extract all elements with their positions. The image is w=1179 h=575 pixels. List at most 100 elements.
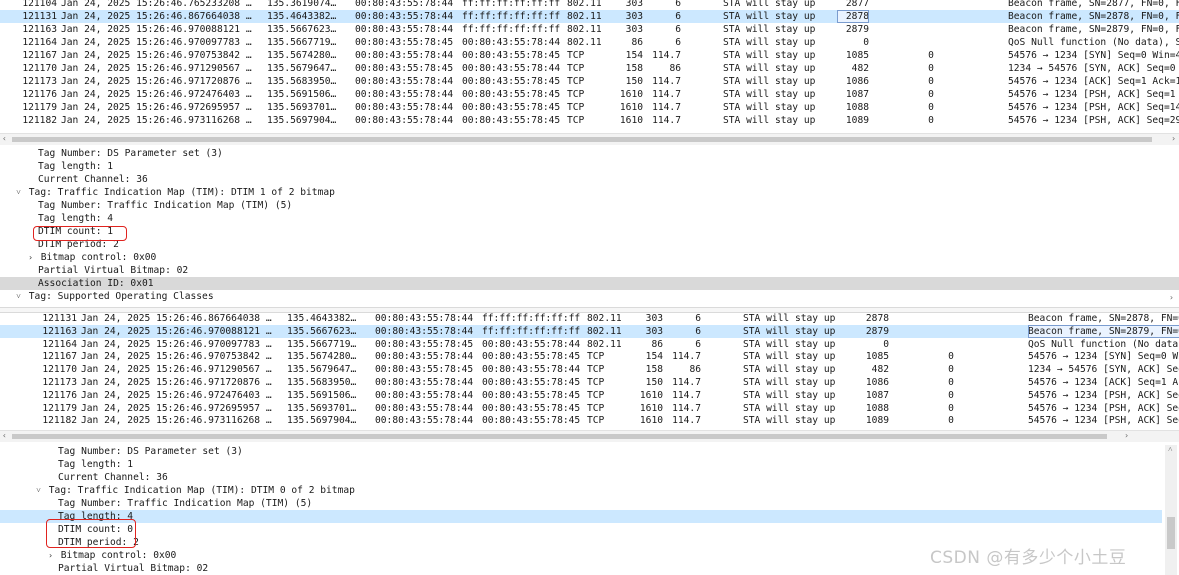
tree-line-text: Tag length: 1 [38,161,114,172]
packet-cell-info: 54576 → 1234 [PSH, ACK] Seq=1 Ack= [1028,389,1179,401]
bottom-packet-list-hscroll[interactable]: ‹ › [0,430,1179,442]
packet-cell-seq: 2877 [845,0,869,9]
packet-row[interactable]: 121167 Jan 24, 2025 15:26:46.970753842 … 1… [0,49,1179,62]
packet-row[interactable]: 121131 Jan 24, 2025 15:26:46.867664038 … 1… [0,10,1179,23]
top-packet-list[interactable]: 121104 Jan 24, 2025 15:26:46.765233208 … 1… [0,0,1179,133]
packet-cell-src: 135.5667623… [267,24,337,35]
packet-cell-len: 154 [625,50,643,61]
packet-cell-status: STA will stay up [743,389,836,401]
top-packet-list-hscroll[interactable]: ‹ › [0,133,1179,145]
packet-row[interactable]: 121173 Jan 24, 2025 15:26:46.971720876 … 1… [0,75,1179,88]
tree-node-expandable[interactable]: ˅ Tag: Traffic Indication Map (TIM): DTI… [0,484,1162,497]
packet-row[interactable]: 121170 Jan 24, 2025 15:26:46.971290567 … 1… [0,62,1179,75]
collapse-arrow-icon[interactable]: ˅ [14,290,23,303]
tree-field[interactable]: Tag length: 4 [0,212,1179,225]
tree-field[interactable]: Tag length: 4 [0,510,1162,523]
packet-cell-info: Beacon frame, SN=2879, FN=0, Flags [1008,24,1179,35]
scroll-right-icon[interactable]: › [1171,134,1176,143]
top-packet-details-tree[interactable]: Tag Number: DS Parameter set (3) Tag leng… [0,147,1179,307]
packet-cell-seq: 1086 [845,76,869,87]
details-collapse-arrow-icon[interactable]: › [1169,293,1174,302]
bottom-details-vscroll[interactable]: ˄ [1165,445,1177,575]
tree-field[interactable]: Partial Virtual Bitmap: 02 [0,264,1179,277]
packet-cell-no: 121131 [42,313,77,324]
packet-row[interactable]: 121182 Jan 24, 2025 15:26:46.973116268 … 1… [0,414,1179,427]
packet-row[interactable]: 121163 Jan 24, 2025 15:26:46.970088121 … 1… [0,23,1179,36]
scroll-right-icon[interactable]: › [1124,431,1129,440]
packet-row[interactable]: 121104 Jan 24, 2025 15:26:46.765233208 … 1… [0,0,1179,10]
packet-cell-status: STA will stay up [723,50,816,61]
packet-cell-proto: TCP [567,63,585,74]
tree-field[interactable]: Association ID: 0x01 [0,277,1179,290]
packet-cell-dst: 00:80:43:55:78:44 [355,115,453,126]
packet-cell-len: 303 [625,24,643,35]
packet-cell-dst: 00:80:43:55:78:44 [375,415,473,427]
packet-cell-no: 121179 [22,102,57,113]
expand-arrow-icon[interactable]: › [26,251,35,264]
bottom-packet-list[interactable]: 121131 Jan 24, 2025 15:26:46.867664038 … 1… [0,312,1179,430]
expand-arrow-icon[interactable]: › [46,549,55,562]
tree-field[interactable]: Current Channel: 36 [0,471,1162,484]
packet-cell-info: 1234 → 54576 [SYN, ACK] Seq=0 Ack= [1008,63,1179,74]
packet-row[interactable]: 121164 Jan 24, 2025 15:26:46.970097783 … 1… [0,36,1179,49]
tree-node-expandable[interactable]: › Bitmap control: 0x00 [0,251,1179,264]
tree-field[interactable]: DTIM count: 0 [0,523,1162,536]
packet-cell-proto: TCP [587,402,605,414]
packet-cell-dstmac: 00:80:43:55:78:45 [482,377,580,388]
packet-row[interactable]: 121167 Jan 24, 2025 15:26:46.970753842 … 1… [0,350,1179,363]
packet-cell-dstmac: ff:ff:ff:ff:ff:ff [462,0,560,9]
packet-cell-tput: 114.7 [672,351,701,363]
packet-row[interactable]: 121176 Jan 24, 2025 15:26:46.972476403 … 1… [0,88,1179,101]
packet-cell-len: 86 [651,338,663,350]
tree-field[interactable]: Tag Number: DS Parameter set (3) [0,445,1162,458]
packet-row[interactable]: 121176 Jan 24, 2025 15:26:46.972476403 … 1… [0,389,1179,402]
tree-node-expandable[interactable]: ˅ Tag: Traffic Indication Map (TIM): DTI… [0,186,1179,199]
packet-cell-dstmac: 00:80:43:55:78:44 [462,37,560,48]
bottom-vscroll-thumb[interactable] [1167,517,1175,549]
tree-node-expandable[interactable]: ˅ Tag: Supported Operating Classes [0,290,1179,303]
packet-cell-time: Jan 24, 2025 15:26:46.973116268 … [61,115,252,126]
packet-cell-src: 135.5697904… [287,415,357,427]
packet-row[interactable]: 121179 Jan 24, 2025 15:26:46.972695957 … 1… [0,402,1179,415]
collapse-arrow-icon[interactable]: ˅ [14,186,23,199]
tree-field[interactable]: Tag Number: Traffic Indication Map (TIM)… [0,497,1162,510]
packet-cell-seq: 0 [863,37,869,48]
packet-cell-seq: 1088 [865,402,889,414]
tree-field[interactable]: DTIM period: 2 [0,238,1179,251]
packet-cell-src: 135.5667719… [267,37,337,48]
packet-row[interactable]: 121170 Jan 24, 2025 15:26:46.971290567 … 1… [0,363,1179,376]
packet-row[interactable]: 121131 Jan 24, 2025 15:26:46.867664038 … 1… [0,312,1179,325]
packet-row[interactable]: 121164 Jan 24, 2025 15:26:46.970097783 … 1… [0,338,1179,351]
tree-field[interactable]: Current Channel: 36 [0,173,1179,186]
packet-cell-proto: 802.11 [567,24,602,35]
scroll-left-icon[interactable]: ‹ [2,431,7,440]
packet-row[interactable]: 121182 Jan 24, 2025 15:26:46.973116268 … 1… [0,114,1179,127]
packet-cell-info: 54576 → 1234 [PSH, ACK] Seq=2921 A [1028,415,1179,427]
tree-field[interactable]: Tag length: 1 [0,160,1179,173]
packet-row[interactable]: 121179 Jan 24, 2025 15:26:46.972695957 … 1… [0,101,1179,114]
packet-cell-dstmac: 00:80:43:55:78:45 [462,102,560,113]
packet-cell-dst: 00:80:43:55:78:44 [355,11,453,22]
bottom-hscroll-thumb[interactable] [12,434,1107,439]
packet-cell-status: STA will stay up [743,338,836,350]
tree-field[interactable]: Tag Number: Traffic Indication Map (TIM)… [0,199,1179,212]
packet-cell-proto: 802.11 [587,338,622,350]
packet-cell-extra: 0 [928,115,934,126]
tree-line-text: Current Channel: 36 [38,174,148,185]
packet-cell-time: Jan 24, 2025 15:26:46.972476403 … [61,89,252,100]
packet-row[interactable]: 121173 Jan 24, 2025 15:26:46.971720876 … 1… [0,376,1179,389]
top-hscroll-thumb[interactable] [12,137,1152,142]
scroll-up-icon[interactable]: ˄ [1168,445,1173,454]
scroll-left-icon[interactable]: ‹ [2,134,7,143]
packet-cell-status: STA will stay up [723,89,816,100]
packet-cell-src: 135.5693701… [267,102,337,113]
collapse-arrow-icon[interactable]: ˅ [34,484,43,497]
packet-cell-extra: 0 [948,351,954,363]
packet-row[interactable]: 121163 Jan 24, 2025 15:26:46.970088121 … 1… [0,324,1179,338]
tree-field[interactable]: Tag length: 1 [0,458,1162,471]
packet-cell-extra: 0 [928,102,934,113]
tree-field[interactable]: DTIM count: 1 [0,225,1179,238]
packet-cell-proto: TCP [587,377,605,388]
packet-cell-proto: TCP [567,50,585,61]
tree-field[interactable]: Tag Number: DS Parameter set (3) [0,147,1179,160]
